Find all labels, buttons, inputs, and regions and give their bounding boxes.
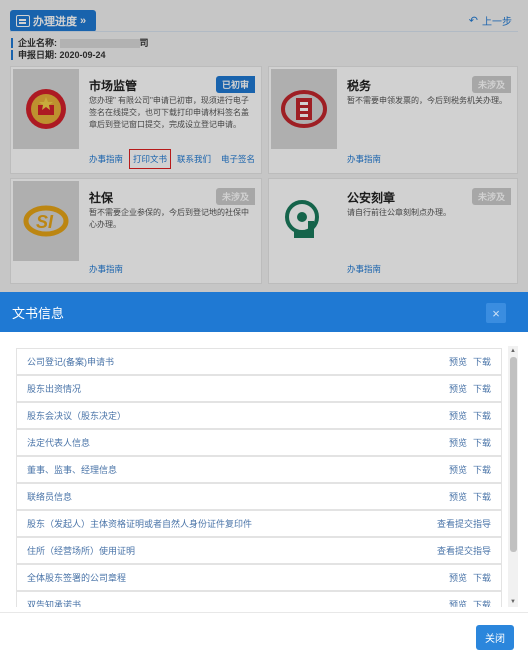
svg-text:SI: SI xyxy=(36,212,54,232)
card-title: 税务 xyxy=(347,79,372,93)
market-emblem-icon xyxy=(13,69,79,149)
card-title: 社保 xyxy=(89,191,114,205)
document-row: 双告知承诺书 预览 下载 xyxy=(16,591,502,607)
document-row: 股东会决议（股东决定） 预览 下载 xyxy=(16,402,502,429)
document-name: 住所（经营场所）使用证明 xyxy=(27,546,136,556)
card-market-supervision: 市场监管 已初审 您办理" 有限公司"申请已初审，现须进行电子签名在线提交，也可… xyxy=(10,66,262,174)
seal-emblem-icon xyxy=(271,181,337,261)
card-social-security: SI 社保 未涉及 暂不需要企业参保的，今后到登记地的社保中心办理。 办事指南 xyxy=(10,178,262,284)
close-button[interactable]: 关闭 xyxy=(476,625,514,650)
guide-link[interactable]: 办事指南 xyxy=(347,263,381,275)
document-row: 股东（发起人）主体资格证明或者自然人身份证件复印件 查看提交指导 xyxy=(16,510,502,537)
company-name-row: 企业名称: 司 xyxy=(11,38,149,49)
status-badge: 已初审 xyxy=(215,76,255,93)
document-name: 法定代表人信息 xyxy=(27,438,91,448)
preview-link[interactable]: 预览 xyxy=(449,436,467,449)
card-title: 市场监管 xyxy=(89,79,138,93)
download-link[interactable]: 下载 xyxy=(473,463,491,476)
document-name: 全体股东签署的公司章程 xyxy=(27,573,127,583)
preview-link[interactable]: 预览 xyxy=(449,382,467,395)
apply-date-value: 2020-09-24 xyxy=(59,50,106,60)
card-description: 您办理" 有限公司"申请已初审，现须进行电子签名在线提交，也可下载打印申请材料签… xyxy=(89,96,249,129)
tax-emblem-icon xyxy=(271,69,337,149)
preview-link[interactable]: 预览 xyxy=(449,571,467,584)
card-title: 公安刻章 xyxy=(347,191,396,205)
download-link[interactable]: 下载 xyxy=(473,382,491,395)
preview-link[interactable]: 预览 xyxy=(449,598,467,607)
back-link-label: 上一步 xyxy=(482,17,512,28)
document-name: 公司登记(备案)申请书 xyxy=(27,357,114,367)
document-name: 双告知承诺书 xyxy=(27,600,82,607)
card-description: 暂不需要申领发票的，今后到税务机关办理。 xyxy=(347,96,507,105)
preview-link[interactable]: 预览 xyxy=(449,409,467,422)
card-police-seal: 公安刻章 未涉及 请自行前往公章刻制点办理。 办事指南 xyxy=(268,178,518,284)
list-scrollbar[interactable]: ▲ ▼ xyxy=(508,346,518,607)
document-row: 住所（经营场所）使用证明 查看提交指导 xyxy=(16,537,502,564)
scroll-up-icon[interactable]: ▲ xyxy=(508,346,518,356)
list-icon xyxy=(16,15,30,27)
download-link[interactable]: 下载 xyxy=(473,490,491,503)
download-link[interactable]: 下载 xyxy=(473,355,491,368)
download-link[interactable]: 下载 xyxy=(473,598,491,607)
footer-divider xyxy=(0,612,528,613)
header-divider xyxy=(10,31,518,32)
preview-link[interactable]: 预览 xyxy=(449,490,467,503)
apply-date-label: 申报日期: xyxy=(18,50,57,60)
preview-link[interactable]: 预览 xyxy=(449,355,467,368)
status-badge: 未涉及 xyxy=(471,188,511,205)
document-name: 股东会决议（股东决定） xyxy=(27,411,127,421)
progress-page: 办理进度 » ↶ 上一步 企业名称: 司 申报日期: 2020-09-24 市场… xyxy=(0,0,528,292)
document-name: 股东（发起人）主体资格证明或者自然人身份证件复印件 xyxy=(27,519,253,529)
document-row: 法定代表人信息 预览 下载 xyxy=(16,429,502,456)
guide-link[interactable]: 办事指南 xyxy=(347,153,381,165)
documents-modal: 文书信息 × 公司登记(备案)申请书 预览 下载 股东出资情况 预览 下载 股东会决… xyxy=(0,292,528,659)
company-name-label: 企业名称: xyxy=(18,38,57,48)
contact-us-link[interactable]: 联系我们 xyxy=(177,153,211,165)
status-badge: 未涉及 xyxy=(471,76,511,93)
chevron-right-icon: » xyxy=(80,15,87,27)
document-name: 董事、监事、经理信息 xyxy=(27,465,118,475)
social-security-emblem-icon: SI xyxy=(13,181,79,261)
submission-guide-link[interactable]: 查看提交指导 xyxy=(437,517,491,530)
document-row: 股东出资情况 预览 下载 xyxy=(16,375,502,402)
download-link[interactable]: 下载 xyxy=(473,436,491,449)
document-row: 公司登记(备案)申请书 预览 下载 xyxy=(16,348,502,375)
download-link[interactable]: 下载 xyxy=(473,571,491,584)
submission-guide-link[interactable]: 查看提交指导 xyxy=(437,544,491,557)
document-row: 全体股东签署的公司章程 预览 下载 xyxy=(16,564,502,591)
modal-header: 文书信息 × xyxy=(0,292,528,332)
back-arrow-icon: ↶ xyxy=(468,15,478,27)
company-name-redacted xyxy=(59,39,140,49)
documents-list: 公司登记(备案)申请书 预览 下载 股东出资情况 预览 下载 股东会决议（股东决定）… xyxy=(14,346,518,607)
modal-title: 文书信息 xyxy=(12,305,65,321)
e-signature-link[interactable]: 电子签名 xyxy=(221,153,255,165)
company-name-suffix: 司 xyxy=(139,38,149,48)
scroll-thumb[interactable] xyxy=(510,357,517,552)
scroll-down-icon[interactable]: ▼ xyxy=(508,597,518,607)
document-row: 董事、监事、经理信息 预览 下载 xyxy=(16,456,502,483)
card-description: 暂不需要企业参保的，今后到登记地的社保中心办理。 xyxy=(89,208,249,229)
close-icon[interactable]: × xyxy=(486,303,506,323)
tab-progress-label: 办理进度 xyxy=(33,16,77,28)
card-description: 请自行前往公章刻制点办理。 xyxy=(347,208,451,217)
apply-date-row: 申报日期: 2020-09-24 xyxy=(11,50,106,60)
card-tax: 税务 未涉及 暂不需要申领发票的，今后到税务机关办理。 办事指南 xyxy=(268,66,518,174)
guide-link[interactable]: 办事指南 xyxy=(89,263,123,275)
tab-progress[interactable]: 办理进度 » xyxy=(10,10,96,32)
guide-link[interactable]: 办事指南 xyxy=(89,153,123,165)
print-documents-link[interactable]: 打印文书 xyxy=(129,149,172,169)
document-name: 股东出资情况 xyxy=(27,384,82,394)
document-name: 联络员信息 xyxy=(27,492,73,502)
preview-link[interactable]: 预览 xyxy=(449,463,467,476)
document-row: 联络员信息 预览 下载 xyxy=(16,483,502,510)
back-link[interactable]: ↶ 上一步 xyxy=(469,13,512,28)
download-link[interactable]: 下载 xyxy=(473,409,491,422)
status-badge: 未涉及 xyxy=(215,188,255,205)
